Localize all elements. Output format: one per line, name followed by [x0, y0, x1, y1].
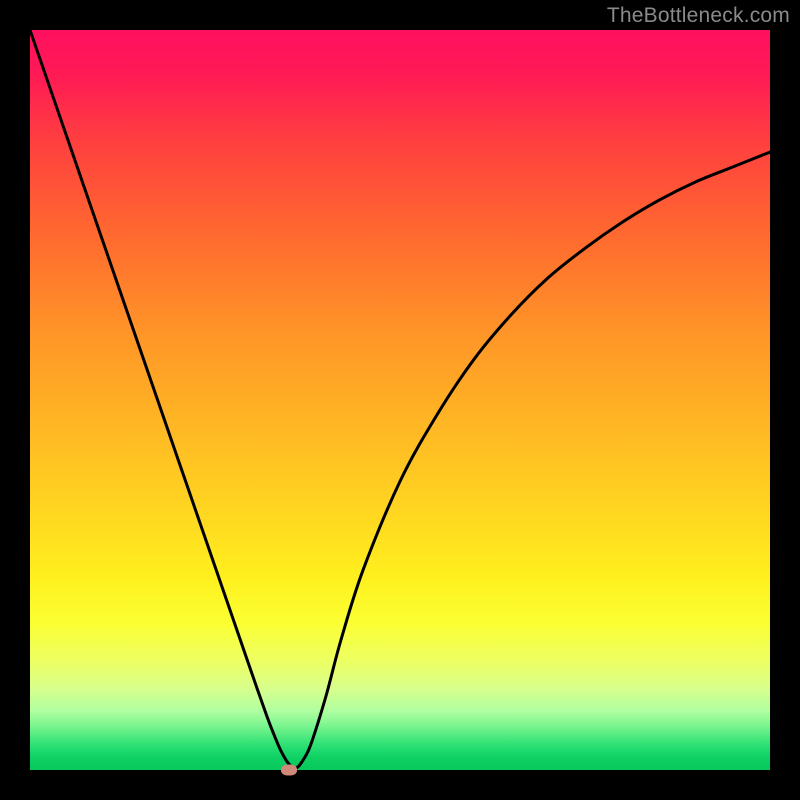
plot-area — [30, 30, 770, 770]
watermark-text: TheBottleneck.com — [607, 4, 790, 28]
bottleneck-curve — [30, 30, 770, 770]
chart-frame: TheBottleneck.com — [0, 0, 800, 800]
optimal-point-marker — [281, 765, 297, 776]
